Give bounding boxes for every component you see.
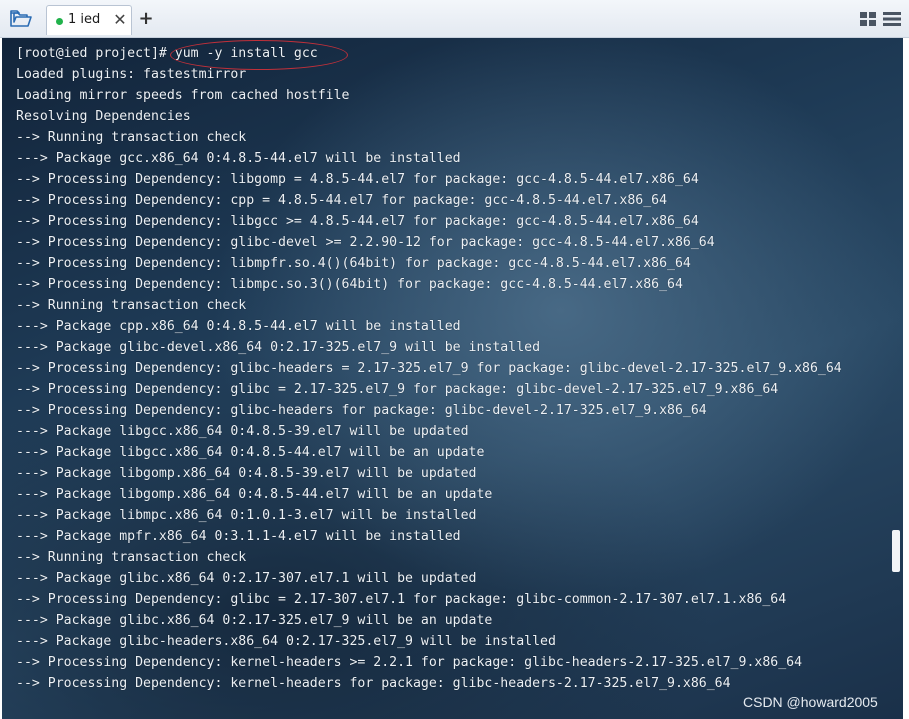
terminal-line: --> Running transaction check bbox=[16, 298, 247, 313]
list-view-button[interactable] bbox=[882, 11, 902, 27]
folder-open-icon bbox=[10, 10, 32, 27]
terminal-line: --> Processing Dependency: cpp = 4.8.5-4… bbox=[16, 193, 668, 208]
terminal-line: [root@ied project]# yum -y install gcc bbox=[16, 46, 318, 61]
terminal-line: --> Processing Dependency: glibc = 2.17-… bbox=[16, 592, 787, 607]
terminal-line: --> Processing Dependency: kernel-header… bbox=[16, 655, 803, 670]
connection-status-icon bbox=[56, 18, 63, 25]
terminal-line: ---> Package glibc.x86_64 0:2.17-307.el7… bbox=[16, 571, 477, 586]
terminal-line: --> Processing Dependency: glibc-headers… bbox=[16, 361, 842, 376]
terminal-line: --> Processing Dependency: libgcc >= 4.8… bbox=[16, 214, 699, 229]
terminal-line: --> Processing Dependency: glibc-devel >… bbox=[16, 235, 715, 250]
grid-view-button[interactable] bbox=[859, 11, 877, 27]
list-view-icon bbox=[883, 12, 901, 26]
terminal-line: --> Processing Dependency: libgomp = 4.8… bbox=[16, 172, 699, 187]
terminal-line: --> Running transaction check bbox=[16, 130, 247, 145]
terminal-line: ---> Package libgcc.x86_64 0:4.8.5-44.el… bbox=[16, 445, 485, 460]
terminal-line: ---> Package mpfr.x86_64 0:3.1.1-4.el7 w… bbox=[16, 529, 461, 544]
watermark-text: CSDN @howard2005 bbox=[743, 694, 878, 710]
tab-label: 1 ied bbox=[68, 12, 101, 27]
terminal-line: Loading mirror speeds from cached hostfi… bbox=[16, 88, 350, 103]
terminal-line: --> Running transaction check bbox=[16, 550, 247, 565]
terminal-line: ---> Package libmpc.x86_64 0:1.0.1-3.el7… bbox=[16, 508, 477, 523]
terminal-line: --> Processing Dependency: glibc-headers… bbox=[16, 403, 707, 418]
terminal-line: Loaded plugins: fastestmirror bbox=[16, 67, 247, 82]
grid-view-icon bbox=[860, 12, 876, 26]
command-highlight-ellipse bbox=[170, 40, 348, 70]
terminal-scrollbar[interactable] bbox=[892, 530, 900, 572]
open-folder-button[interactable] bbox=[6, 5, 36, 33]
terminal-line: ---> Package cpp.x86_64 0:4.8.5-44.el7 w… bbox=[16, 319, 461, 334]
terminal-line: --> Processing Dependency: libmpc.so.3()… bbox=[16, 277, 683, 292]
add-tab-button[interactable]: + bbox=[136, 8, 156, 30]
terminal-line: ---> Package glibc-headers.x86_64 0:2.17… bbox=[16, 634, 556, 649]
terminal-text: [root@ied project]# yum -y install gcc Lo… bbox=[16, 43, 842, 694]
tab-session-ied[interactable]: 1 ied ✕ bbox=[46, 5, 132, 35]
terminal-line: ---> Package libgomp.x86_64 0:4.8.5-44.e… bbox=[16, 487, 493, 502]
terminal-line: Resolving Dependencies bbox=[16, 109, 191, 124]
terminal-line: --> Processing Dependency: kernel-header… bbox=[16, 676, 731, 691]
terminal-line: --> Processing Dependency: libmpfr.so.4(… bbox=[16, 256, 691, 271]
terminal-line: ---> Package libgomp.x86_64 0:4.8.5-39.e… bbox=[16, 466, 477, 481]
terminal-line: --> Processing Dependency: glibc = 2.17-… bbox=[16, 382, 779, 397]
plus-icon: + bbox=[138, 8, 154, 29]
close-icon[interactable]: ✕ bbox=[113, 11, 127, 29]
window-border bbox=[903, 38, 909, 719]
tab-bar: 1 ied ✕ + bbox=[0, 0, 909, 38]
terminal-output[interactable]: [root@ied project]# yum -y install gcc Lo… bbox=[2, 38, 903, 719]
terminal-line: ---> Package libgcc.x86_64 0:4.8.5-39.el… bbox=[16, 424, 469, 439]
terminal-line: ---> Package glibc.x86_64 0:2.17-325.el7… bbox=[16, 613, 493, 628]
terminal-line: ---> Package glibc-devel.x86_64 0:2.17-3… bbox=[16, 340, 541, 355]
terminal-line: ---> Package gcc.x86_64 0:4.8.5-44.el7 w… bbox=[16, 151, 461, 166]
